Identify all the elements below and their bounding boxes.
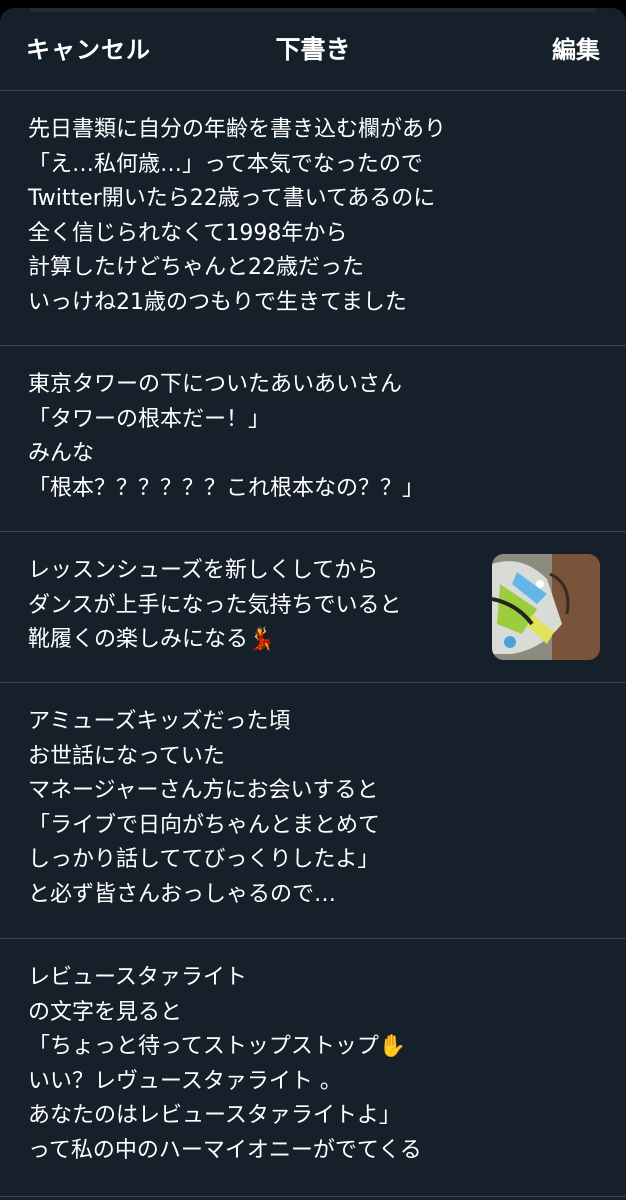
draft-item[interactable]: アミューズキッズだった頃 お世話になっていた マネージャーさん方にお会いすると … xyxy=(0,683,626,939)
shoes-photo-icon xyxy=(492,554,600,660)
draft-item[interactable]: 東京タワーの下についたあいあいさん 「タワーの根本だー！」 みんな 「根本？？？… xyxy=(0,346,626,532)
header-bar: キャンセル 下書き 編集 xyxy=(0,8,626,91)
drafts-list: 先日書類に自分の年齢を書き込む欄があり 「え…私何歳…」って本気でなったので T… xyxy=(0,91,626,1197)
draft-text: 先日書類に自分の年齢を書き込む欄があり 「え…私何歳…」って本気でなったので T… xyxy=(28,117,447,315)
draft-item[interactable]: レッスンシューズを新しくしてから ダンスが上手になった気持ちでいると 靴履くの楽… xyxy=(0,532,626,683)
draft-item[interactable]: レビュースタァライト の文字を見ると 「ちょっと待ってストップストップ✋ いい？… xyxy=(0,939,626,1197)
edit-button[interactable]: 編集 xyxy=(552,30,600,65)
draft-text: 東京タワーの下についたあいあいさん 「タワーの根本だー！」 みんな 「根本？？？… xyxy=(28,372,425,501)
page-title: 下書き xyxy=(275,35,351,64)
drafts-sheet: キャンセル 下書き 編集 先日書類に自分の年齢を書き込む欄があり 「え…私何歳…… xyxy=(0,8,626,1200)
shoes-photo-thumbnail[interactable] xyxy=(492,554,600,660)
draft-item[interactable]: 先日書類に自分の年齢を書き込む欄があり 「え…私何歳…」って本気でなったので T… xyxy=(0,91,626,346)
draft-text: アミューズキッズだった頃 お世話になっていた マネージャーさん方にお会いすると … xyxy=(28,709,381,907)
draft-text: レビュースタァライト の文字を見ると 「ちょっと待ってストップストップ✋ いい？… xyxy=(28,965,422,1163)
